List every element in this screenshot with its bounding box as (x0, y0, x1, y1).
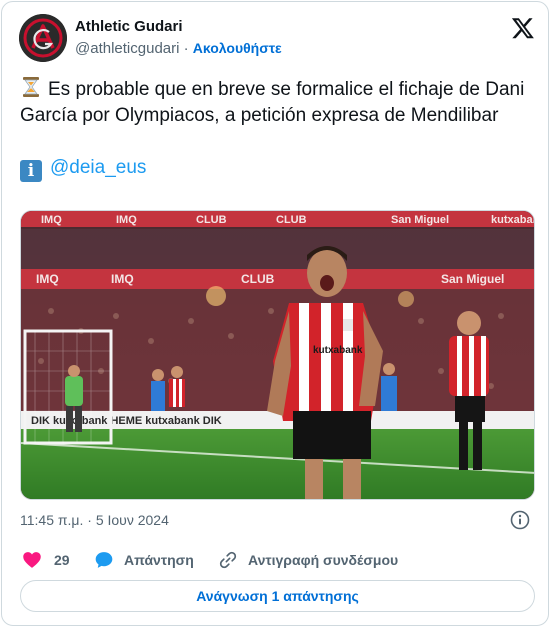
like-button[interactable]: 29 (22, 548, 70, 572)
read-replies-button[interactable]: Ανάγνωση 1 απάντησης (20, 580, 535, 612)
banner-word: San Miguel (441, 272, 504, 286)
banner-word: CLUB (196, 214, 227, 226)
banner-word: CLUB (276, 214, 307, 226)
link-icon (219, 551, 237, 569)
info-emoji-icon: i (20, 160, 42, 182)
tweet-main-text: Es probable que en breve se formalice el… (20, 79, 525, 126)
display-name[interactable]: Athletic Gudari (75, 17, 282, 37)
separator-dot: · (183, 40, 189, 57)
tweet-body: Es probable que en breve se formalice el… (20, 76, 532, 129)
banner-word: IMQ (116, 214, 137, 226)
handle-row: @athleticgudari · Ακολουθήστε (75, 38, 282, 59)
handle[interactable]: @athleticgudari (75, 40, 179, 57)
author-names: Athletic Gudari @athleticgudari · Ακολου… (75, 17, 282, 59)
copy-link-label: Αντιγραφή συνδέσμου (248, 552, 399, 568)
banner-word: kutxabank (491, 214, 535, 226)
tweet-source-line: i @deia_eus (20, 155, 532, 182)
hourglass-icon (23, 77, 39, 97)
reply-label: Απάντηση (124, 552, 194, 568)
ad-board-text: DIK kutxabank HEME kutxabank DIK (31, 415, 222, 427)
banner-word: IMQ (36, 272, 59, 286)
jersey-sponsor: kutxabank (313, 345, 363, 356)
info-circle-icon[interactable] (510, 510, 530, 530)
banner-word: IMQ (111, 272, 134, 286)
tweet-header: Athletic Gudari @athleticgudari · Ακολου… (19, 14, 535, 62)
tweet-timestamp[interactable]: 11:45 π.μ. · 5 Ιουν 2024 (20, 510, 169, 530)
action-bar: 29 Απάντηση Αντιγραφή συνδέσμου (20, 548, 535, 572)
banner-word: San Miguel (391, 214, 449, 226)
mention-link[interactable]: @deia_eus (50, 157, 146, 178)
banner-word: CLUB (241, 272, 275, 286)
follow-button[interactable]: Ακολουθήστε (193, 40, 282, 56)
reply-button[interactable]: Απάντηση (94, 548, 194, 572)
like-count: 29 (54, 552, 70, 568)
tweet-photo[interactable]: IMQ IMQ CLUB CLUB San Miguel kutxabank I… (20, 210, 535, 500)
tweet-text: Es probable que en breve se formalice el… (20, 76, 532, 182)
heart-icon (23, 552, 41, 568)
tweet-card: Athletic Gudari @athleticgudari · Ακολου… (1, 1, 549, 626)
reply-bubble-icon (95, 552, 113, 568)
banner-word: IMQ (41, 214, 62, 226)
football-celebration-photo: IMQ IMQ CLUB CLUB San Miguel kutxabank I… (21, 211, 535, 499)
avatar[interactable] (19, 14, 67, 62)
x-logo-icon[interactable] (511, 16, 535, 40)
copy-link-button[interactable]: Αντιγραφή συνδέσμου (218, 548, 398, 572)
athletic-gudari-logo (19, 14, 67, 62)
